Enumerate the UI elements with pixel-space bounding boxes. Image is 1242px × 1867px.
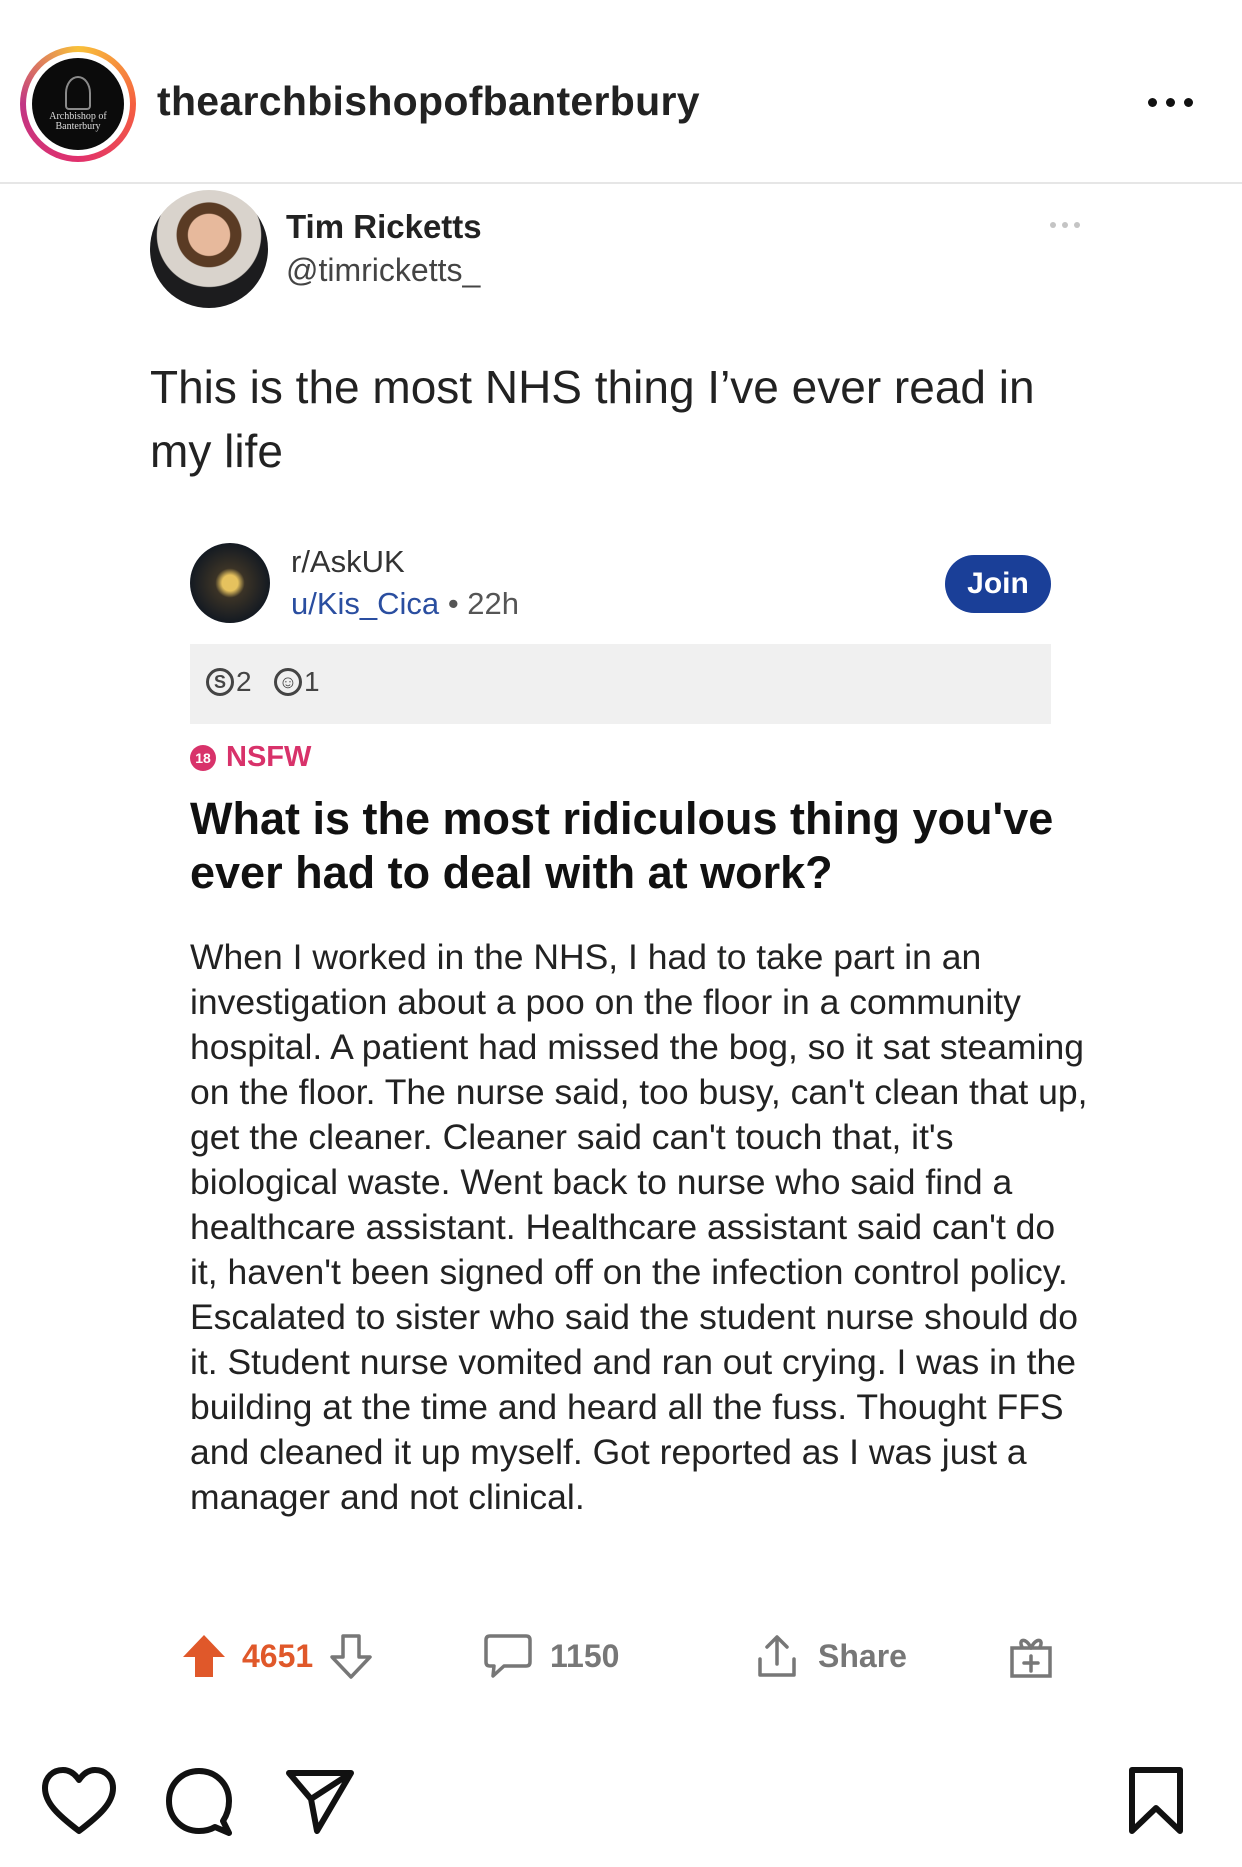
- vote-group: 4651: [180, 1626, 375, 1686]
- bookmark-icon[interactable]: [1126, 1765, 1186, 1837]
- nsfw-label: NSFW: [226, 741, 312, 773]
- share-icon: [758, 1635, 796, 1677]
- reddit-user: u/Kis_Cica • 22h: [291, 586, 519, 622]
- helpful-award: ☺ 1: [274, 666, 320, 698]
- upvote-icon: [183, 1635, 225, 1677]
- upvote-count: 4651: [242, 1637, 314, 1674]
- silver-award: S 2: [206, 666, 252, 698]
- tweet-more-icon: [1050, 222, 1080, 228]
- reddit-action-bar: 4651 1150 Share: [180, 1626, 1060, 1686]
- nsfw-tag: 18 NSFW: [190, 741, 311, 774]
- subreddit-avatar: [190, 543, 270, 623]
- profile-avatar[interactable]: Archbishop of Banterbury: [20, 46, 136, 162]
- share-group: Share: [752, 1626, 907, 1686]
- tweet-author-handle: @timricketts_: [286, 252, 481, 288]
- silver-award-icon: S: [206, 668, 234, 696]
- comments-group: 1150: [482, 1626, 619, 1686]
- avatar-logo: Archbishop of Banterbury: [32, 58, 124, 150]
- comment-icon[interactable]: [163, 1765, 235, 1837]
- avatar-logo-text: Archbishop of Banterbury: [49, 111, 107, 132]
- award-count: 2: [236, 666, 252, 697]
- comment-bubble-icon: [484, 1634, 532, 1678]
- tweet-text: This is the most NHS thing I’ve ever rea…: [150, 361, 1035, 477]
- separator-dot: •: [447, 586, 459, 621]
- subreddit-name: r/AskUK: [291, 544, 405, 579]
- helpful-award-icon: ☺: [274, 668, 302, 696]
- awards-bar: S 2 ☺ 1: [190, 644, 1051, 724]
- award-button: [1006, 1626, 1056, 1686]
- join-button: Join: [945, 555, 1051, 613]
- post-username[interactable]: thearchbishopofbanterbury: [157, 78, 700, 125]
- heart-icon[interactable]: [40, 1765, 118, 1837]
- reddit-username: u/Kis_Cica: [291, 586, 440, 621]
- mitre-icon: [65, 76, 91, 110]
- post-header: Archbishop of Banterbury thearchbishopof…: [0, 0, 1242, 184]
- post-title: What is the most ridiculous thing you've…: [190, 793, 1054, 898]
- downvote-icon: [330, 1634, 372, 1679]
- tweet-author-name: Tim Ricketts: [286, 208, 482, 245]
- post-body: When I worked in the NHS, I had to take …: [190, 937, 1088, 1517]
- post-time: 22h: [467, 586, 520, 621]
- nsfw-badge-icon: 18: [190, 744, 216, 771]
- award-count: 1: [304, 666, 320, 697]
- gift-icon: [1010, 1638, 1052, 1678]
- send-icon[interactable]: [283, 1765, 357, 1837]
- tweet-avatar: [150, 190, 268, 308]
- more-icon[interactable]: [1148, 82, 1208, 122]
- post-action-bar: [0, 1765, 1242, 1845]
- share-label: Share: [818, 1637, 907, 1674]
- comment-count: 1150: [550, 1637, 620, 1674]
